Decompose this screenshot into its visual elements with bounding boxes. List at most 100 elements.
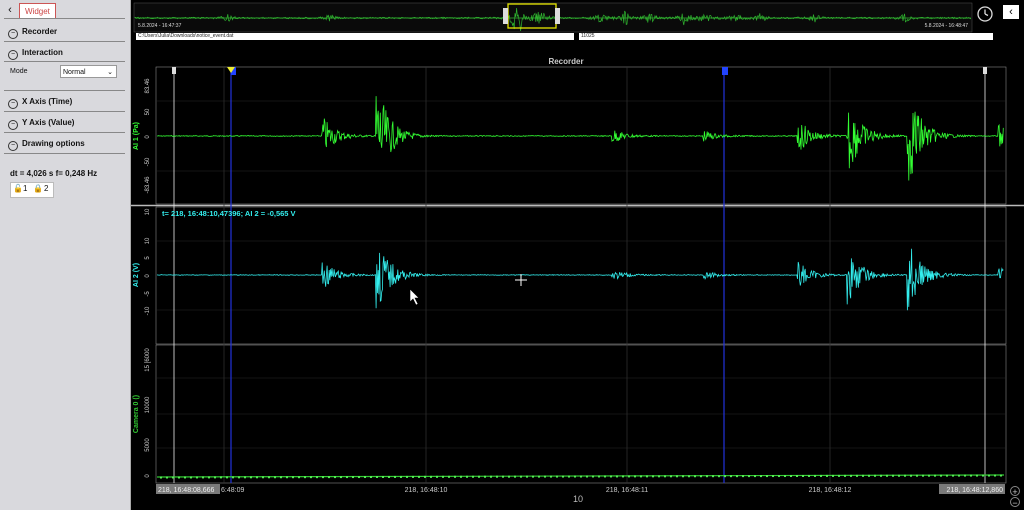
camera-sample-dot [940, 474, 942, 477]
camera-sample-dot [280, 476, 282, 479]
x-unit-label: 10 [573, 494, 583, 504]
camera-sample-dot [268, 476, 270, 479]
camera-sample-dot [598, 475, 600, 478]
camera-sample-dot [850, 474, 852, 477]
camera-sample-dot [412, 475, 414, 478]
camera-sample-dot [262, 476, 264, 479]
range-end-handle[interactable] [983, 67, 987, 74]
range-start-handle[interactable] [172, 67, 176, 74]
ai1-tick: 50 [145, 108, 151, 115]
camera-sample-dot [946, 474, 948, 477]
camera-sample-dot [556, 475, 558, 478]
camera-sample-dot [322, 476, 324, 479]
camera-sample-dot [988, 474, 990, 477]
x-tick-start: 218, 16:48:08,666 [158, 487, 215, 494]
sample-count-field[interactable]: 11025 [579, 33, 993, 40]
camera-sample-dot [892, 474, 894, 477]
camera-sample-dot [742, 475, 744, 478]
camera-tick: 5000 [145, 438, 151, 452]
camera-sample-dot [628, 475, 630, 478]
camera-sample-dot [676, 475, 678, 478]
camera-ylabel: Camera 0 () [133, 395, 140, 433]
camera-sample-dot [802, 474, 804, 477]
camera-sample-dot [820, 474, 822, 477]
camera-sample-dot [898, 474, 900, 477]
camera-sample-dot [346, 476, 348, 479]
camera-sample-dot [358, 476, 360, 479]
camera-sample-dot [484, 475, 486, 478]
recorder-canvas[interactable]: 5.8.2024 - 16:47:37 5.8.2024 - 16:48:47 … [0, 0, 1024, 510]
camera-sample-dot [922, 474, 924, 477]
camera-sample-dot [430, 475, 432, 478]
camera-sample-dot [640, 475, 642, 478]
camera-sample-dot [274, 476, 276, 479]
camera-sample-dot [436, 475, 438, 478]
camera-sample-dot [712, 475, 714, 478]
camera-sample-dot [646, 475, 648, 478]
camera-sample-dot [592, 475, 594, 478]
camera-sample-dot [478, 475, 480, 478]
camera-sample-dot [292, 476, 294, 479]
camera-sample-dot [310, 476, 312, 479]
camera-sample-dot [880, 474, 882, 477]
ai2-tick: -10 [145, 306, 151, 315]
camera-sample-dot [376, 475, 378, 478]
ai1-tick: -50 [145, 157, 151, 166]
camera-sample-dot [604, 475, 606, 478]
camera-sample-dot [688, 475, 690, 478]
ai1-bottom-label: -83.46 [145, 176, 151, 194]
camera-sample-dot [700, 475, 702, 478]
file-path-field[interactable]: C:\Users\Julia\Downloads\notice_event.da… [136, 33, 574, 40]
camera-sample-dot [670, 475, 672, 478]
camera-sample-dot [460, 475, 462, 478]
camera-sample-dot [952, 474, 954, 477]
ai2-tick: 10 [145, 237, 151, 244]
camera-sample-dot [328, 476, 330, 479]
x-tick: 218, 16:48:10 [405, 487, 448, 494]
camera-sample-dot [508, 475, 510, 478]
zoom-in-icon[interactable]: + [1010, 486, 1020, 497]
camera-sample-dot [958, 474, 960, 477]
cursor-readout: t= 218, 16:48:10,47396; AI 2 = -0,565 V [162, 209, 296, 218]
camera-sample-dot [706, 475, 708, 478]
camera-sample-dot [808, 474, 810, 477]
camera-sample-dot [682, 475, 684, 478]
camera-sample-dot [544, 475, 546, 478]
collapse-panel-icon[interactable]: ‹ [1003, 5, 1019, 19]
camera-sample-dot [538, 475, 540, 478]
camera-sample-dot [760, 475, 762, 478]
camera-sample-dot [874, 474, 876, 477]
x-tick-end: 218, 16:48:12,860 [947, 487, 1004, 494]
camera-sample-dot [160, 476, 162, 479]
camera-sample-dot [304, 476, 306, 479]
chart-ai2-frame[interactable] [155, 206, 1007, 345]
camera-sample-dot [496, 475, 498, 478]
camera-sample-dot [814, 474, 816, 477]
camera-sample-dot [394, 475, 396, 478]
camera-sample-dot [388, 475, 390, 478]
clock-icon[interactable] [976, 5, 994, 23]
x-tick: 218, 16:48:12 [809, 487, 852, 494]
camera-sample-dot [838, 474, 840, 477]
camera-sample-dot [748, 475, 750, 478]
cursor-handle-2[interactable] [722, 67, 728, 75]
overview-left-handle[interactable] [503, 8, 508, 24]
camera-sample-dot [730, 475, 732, 478]
overview-right-handle[interactable] [555, 8, 560, 24]
camera-sample-dot [520, 475, 522, 478]
chart-title: Recorder [548, 57, 583, 66]
camera-sample-dot [424, 475, 426, 478]
camera-sample-dot [976, 474, 978, 477]
camera-sample-dot [610, 475, 612, 478]
camera-sample-dot [244, 476, 246, 479]
camera-sample-dot [208, 476, 210, 479]
camera-sample-dot [364, 476, 366, 479]
camera-sample-dot [214, 476, 216, 479]
camera-sample-dot [166, 476, 168, 479]
camera-sample-dot [910, 474, 912, 477]
camera-sample-dot [190, 476, 192, 479]
zoom-out-icon[interactable]: − [1010, 497, 1020, 508]
overview-end-time: 5.8.2024 - 16:48:47 [925, 23, 969, 29]
camera-sample-dot [568, 475, 570, 478]
x-tick: 218, 16:48:11 [606, 487, 648, 494]
